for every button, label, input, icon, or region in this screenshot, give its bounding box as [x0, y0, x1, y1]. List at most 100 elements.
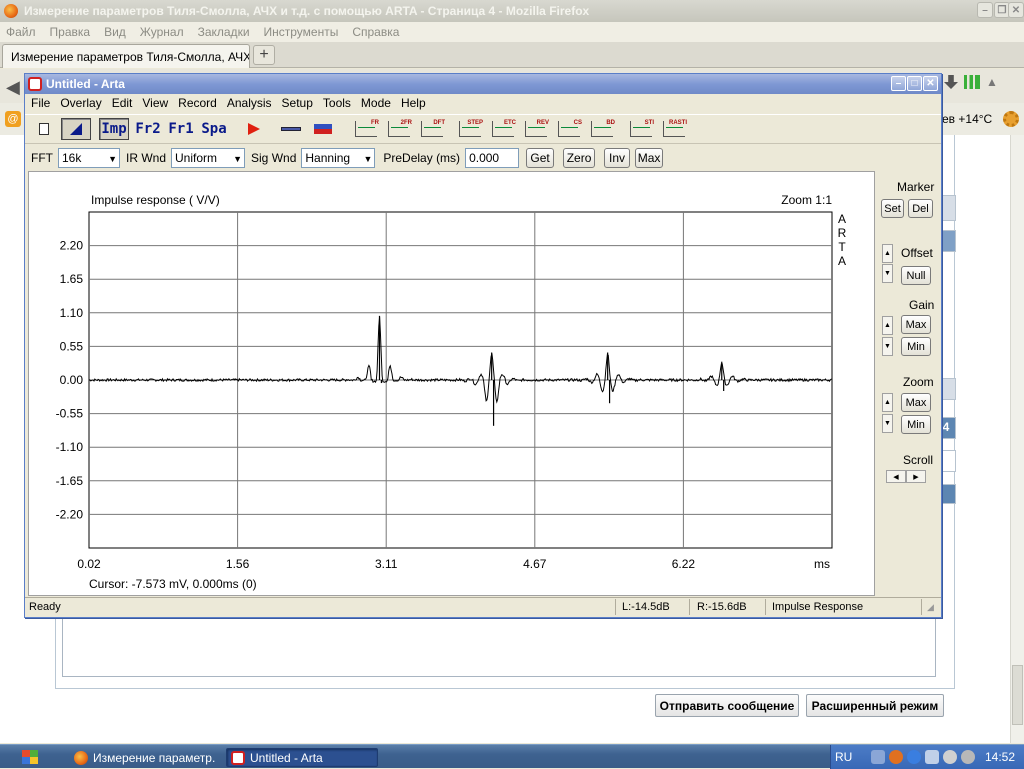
browser-tab[interactable]: Измерение параметров Тиля-Смолла, АЧХ... — [2, 44, 250, 68]
gain-min-button[interactable]: Min — [901, 337, 931, 356]
spa-mode-button[interactable]: Spa — [199, 118, 229, 140]
level-meter-button[interactable] — [311, 118, 335, 140]
menu-bookmarks[interactable]: Закладки — [198, 25, 250, 39]
sig-wnd-select[interactable]: Hanning ▼ — [301, 148, 376, 168]
ir-wnd-select[interactable]: Uniform ▼ — [171, 148, 246, 168]
fr-analysis-button[interactable]: FR — [353, 118, 379, 140]
menu-edit[interactable]: Edit — [112, 96, 133, 110]
close-icon[interactable]: ✕ — [1008, 2, 1024, 18]
predelay-input[interactable]: 0.000 — [465, 148, 520, 168]
firefox-window-title: Измерение параметров Тиля-Смолла, АЧХ и … — [24, 4, 590, 18]
zoom-min-button[interactable]: Min — [901, 415, 931, 434]
new-file-button[interactable] — [33, 118, 55, 140]
arta-watermark-letter: A — [838, 254, 846, 268]
network-icon[interactable] — [871, 750, 885, 764]
gain-down-arrow-icon[interactable]: ▼ — [882, 337, 893, 356]
fr1-mode-button[interactable]: Fr1 — [166, 118, 196, 140]
dft-analysis-button[interactable]: DFT — [419, 118, 445, 140]
menu-view[interactable]: Вид — [104, 25, 126, 39]
offset-up-arrow-icon[interactable]: ▲ — [882, 244, 893, 263]
menu-record[interactable]: Record — [178, 96, 217, 110]
weather-widget[interactable]: ев +14°C — [942, 112, 992, 126]
start-button[interactable] — [20, 748, 42, 766]
menu-overlay[interactable]: Overlay — [60, 96, 101, 110]
generator-toggle-button[interactable] — [61, 118, 91, 140]
download-icon[interactable] — [944, 75, 958, 89]
fft-select[interactable]: 16k ▼ — [58, 148, 120, 168]
send-message-button[interactable]: Отправить сообщение — [655, 694, 799, 717]
settings-icon[interactable] — [943, 750, 957, 764]
taskbar-item-firefox[interactable]: Измерение параметр... — [70, 748, 216, 767]
close-icon[interactable]: ✕ — [923, 76, 938, 91]
maximize-icon[interactable]: □ — [907, 76, 922, 91]
get-button[interactable]: Get — [526, 148, 555, 168]
impulse-mode-button[interactable]: Imp — [99, 118, 129, 140]
fr2-mode-button[interactable]: Fr2 — [133, 118, 163, 140]
menu-file[interactable]: File — [31, 96, 50, 110]
slider-icon — [281, 127, 301, 131]
back-arrow-icon[interactable]: ◀ — [6, 77, 20, 98]
zoom-max-button[interactable]: Max — [901, 393, 931, 412]
volume-icon[interactable] — [961, 750, 975, 764]
offset-label: Offset — [901, 246, 933, 260]
scroll-left-arrow-icon[interactable]: ◀ — [886, 470, 906, 483]
offset-down-arrow-icon[interactable]: ▼ — [882, 264, 893, 283]
menu-edit[interactable]: Правка — [50, 25, 91, 39]
sti-analysis-button[interactable]: STI — [628, 118, 654, 140]
menu-file[interactable]: Файл — [6, 25, 36, 39]
language-indicator[interactable]: RU — [835, 750, 852, 764]
zoom-down-arrow-icon[interactable]: ▼ — [882, 414, 893, 433]
antivirus-icon[interactable] — [889, 750, 903, 764]
page-scrollbar[interactable] — [1010, 135, 1024, 743]
step-analysis-button[interactable]: STEP — [457, 118, 483, 140]
zero-button[interactable]: Zero — [563, 148, 596, 168]
cursor-readout: Cursor: -7.573 mV, 0.000ms (0) — [89, 577, 257, 591]
play-icon — [248, 123, 260, 135]
max-button[interactable]: Max — [635, 148, 664, 168]
record-play-button[interactable] — [243, 118, 265, 140]
scroll-right-arrow-icon[interactable]: ▶ — [906, 470, 926, 483]
chevron-up-icon[interactable]: ▲ — [986, 75, 998, 89]
inv-button[interactable]: Inv — [604, 148, 631, 168]
new-tab-button[interactable]: + — [253, 45, 275, 65]
gear-icon[interactable] — [1003, 111, 1019, 127]
advanced-mode-button[interactable]: Расширенный режим — [806, 694, 944, 717]
offset-null-button[interactable]: Null — [901, 266, 931, 285]
zoom-up-arrow-icon[interactable]: ▲ — [882, 393, 893, 412]
gain-max-button[interactable]: Max — [901, 315, 931, 334]
scrollbar-thumb[interactable] — [1012, 665, 1023, 725]
impulse-plot[interactable]: 0.02 1.56 3.11 4.67 6.22 ms 2.20 1.65 1.10 0.55 0.… — [28, 171, 875, 596]
gain-up-arrow-icon[interactable]: ▲ — [882, 316, 893, 335]
signal-icon[interactable] — [964, 75, 980, 89]
cs-analysis-button[interactable]: CS — [556, 118, 582, 140]
power-icon[interactable] — [907, 750, 921, 764]
menu-analysis[interactable]: Analysis — [227, 96, 272, 110]
etc-analysis-button[interactable]: ETC — [490, 118, 516, 140]
menu-view[interactable]: View — [142, 96, 168, 110]
menu-help[interactable]: Справка — [352, 25, 399, 39]
2fr-analysis-button[interactable]: 2FR — [386, 118, 412, 140]
minimize-icon[interactable]: – — [891, 76, 906, 91]
minimize-icon[interactable]: – — [977, 2, 993, 18]
message-textarea[interactable] — [62, 615, 936, 677]
sti-label: STI — [644, 120, 654, 126]
menu-tools[interactable]: Инструменты — [264, 25, 339, 39]
marker-del-button[interactable]: Del — [908, 199, 933, 218]
menu-history[interactable]: Журнал — [140, 25, 184, 39]
display-icon[interactable] — [925, 750, 939, 764]
slider-button[interactable] — [279, 118, 303, 140]
resize-grip-icon[interactable]: ◢ — [927, 602, 934, 613]
taskbar-item-arta[interactable]: Untitled - Arta — [226, 748, 378, 767]
addon-icon[interactable]: @ — [5, 111, 21, 127]
arta-watermark-letter: T — [838, 240, 846, 254]
marker-set-button[interactable]: Set — [881, 199, 904, 218]
bd-analysis-button[interactable]: BD — [589, 118, 615, 140]
menu-setup[interactable]: Setup — [282, 96, 313, 110]
x-tick-label: 1.56 — [226, 557, 250, 571]
rasti-analysis-button[interactable]: RASTI — [661, 118, 687, 140]
menu-tools[interactable]: Tools — [323, 96, 351, 110]
fft-label: FFT — [31, 151, 53, 165]
menu-help[interactable]: Help — [401, 96, 426, 110]
menu-mode[interactable]: Mode — [361, 96, 391, 110]
rev-analysis-button[interactable]: REV — [523, 118, 549, 140]
